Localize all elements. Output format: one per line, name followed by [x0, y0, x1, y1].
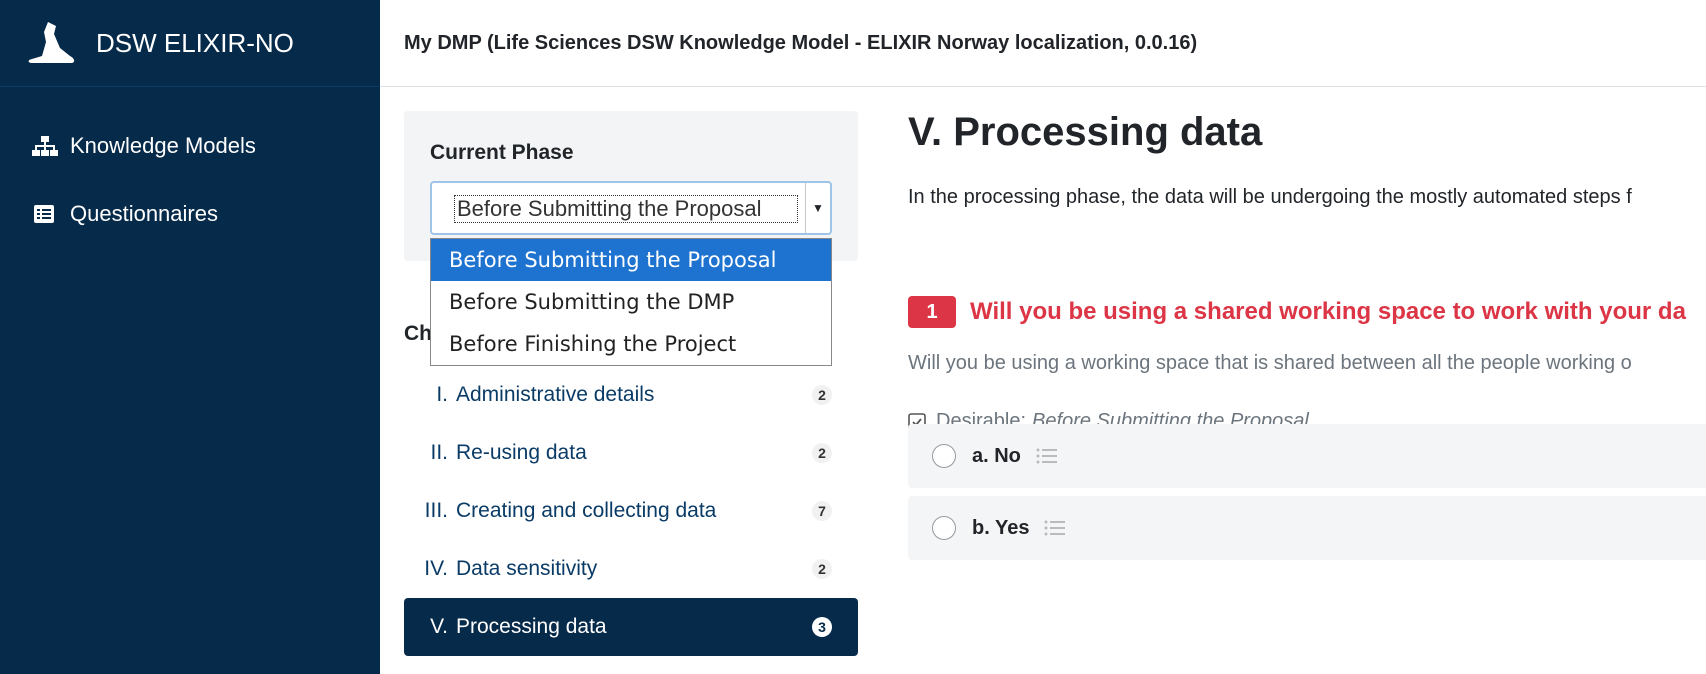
- chapter-item-4[interactable]: IV. Data sensitivity 2: [404, 540, 858, 598]
- chapter-count-badge: 7: [812, 501, 832, 521]
- sitemap-icon: [32, 136, 58, 156]
- chapter-title: Creating and collecting data: [456, 499, 717, 522]
- chapter-count-badge: 2: [812, 385, 832, 405]
- question-number-badge: 1: [908, 296, 956, 328]
- phase-select[interactable]: Before Submitting the Proposal ▼: [430, 181, 832, 235]
- chapter-count-badge: 2: [812, 559, 832, 579]
- chapter-title: Data sensitivity: [456, 557, 598, 580]
- phase-label: Current Phase: [430, 141, 574, 164]
- list-icon: [1044, 520, 1066, 536]
- top-bar: My DMP (Life Sciences DSW Knowledge Mode…: [380, 0, 1706, 87]
- phase-select-value: Before Submitting the Proposal: [454, 195, 798, 223]
- chapter-list: I. Administrative details 2 II. Re-using…: [404, 366, 858, 656]
- chapter-number: II.: [430, 441, 448, 464]
- question-text: Will you be using a shared working space…: [970, 298, 1686, 325]
- chapter-count-badge: 2: [812, 443, 832, 463]
- phase-option[interactable]: Before Finishing the Project: [431, 323, 831, 365]
- answer-label: a. No: [972, 444, 1021, 467]
- list-alt-icon: [34, 205, 54, 223]
- brand-name: DSW ELIXIR-NO: [96, 27, 294, 58]
- radio-button[interactable]: [932, 516, 956, 540]
- sidebar-item-questionnaires[interactable]: Questionnaires: [0, 197, 380, 231]
- sidebar-nav: Knowledge Models Questionnaires: [0, 129, 380, 231]
- main-content: V. Processing data In the processing pha…: [908, 110, 1706, 560]
- chapter-number: III.: [424, 499, 448, 522]
- chapter-title: Processing data: [456, 615, 607, 638]
- wizard-hat-logo-icon: [28, 22, 75, 63]
- chapter-title: Re-using data: [456, 441, 587, 464]
- phase-option[interactable]: Before Submitting the Proposal: [431, 239, 831, 281]
- chapter-heading: V. Processing data: [908, 110, 1263, 154]
- chapter-item-2[interactable]: II. Re-using data 2: [404, 424, 858, 482]
- sidebar-item-knowledge-models[interactable]: Knowledge Models: [0, 129, 380, 163]
- chapter-title: Administrative details: [456, 383, 655, 406]
- chapter-item-3[interactable]: III. Creating and collecting data 7: [404, 482, 858, 540]
- phase-option[interactable]: Before Submitting the DMP: [431, 281, 831, 323]
- chapter-item-1[interactable]: I. Administrative details 2: [404, 366, 858, 424]
- sidebar-item-label: Questionnaires: [70, 201, 218, 226]
- chapter-count-badge: 3: [812, 617, 832, 637]
- brand[interactable]: DSW ELIXIR-NO: [0, 0, 380, 87]
- answer-option-yes[interactable]: b. Yes: [908, 496, 1706, 560]
- answer-option-no[interactable]: a. No: [908, 424, 1706, 488]
- page-title: My DMP (Life Sciences DSW Knowledge Mode…: [404, 31, 1198, 54]
- sidebar-item-label: Knowledge Models: [70, 133, 256, 158]
- chapters-label: Ch: [404, 322, 432, 345]
- phase-dropdown-list: Before Submitting the Proposal Before Su…: [430, 238, 832, 366]
- chapter-number: IV.: [424, 557, 448, 580]
- sidebar: DSW ELIXIR-NO Knowledge Models Questionn…: [0, 0, 380, 674]
- caret-down-icon[interactable]: ▼: [805, 183, 830, 233]
- answer-label: b. Yes: [972, 516, 1030, 539]
- chapter-intro: In the processing phase, the data will b…: [908, 186, 1632, 208]
- chapter-number: I.: [436, 383, 448, 406]
- radio-button[interactable]: [932, 444, 956, 468]
- question-description: Will you be using a working space that i…: [908, 352, 1632, 374]
- question-header: 1 Will you be using a shared working spa…: [908, 296, 1686, 328]
- list-icon: [1036, 448, 1057, 464]
- chapter-item-5-active[interactable]: V. Processing data 3: [404, 598, 858, 656]
- chapter-number: V.: [430, 615, 448, 638]
